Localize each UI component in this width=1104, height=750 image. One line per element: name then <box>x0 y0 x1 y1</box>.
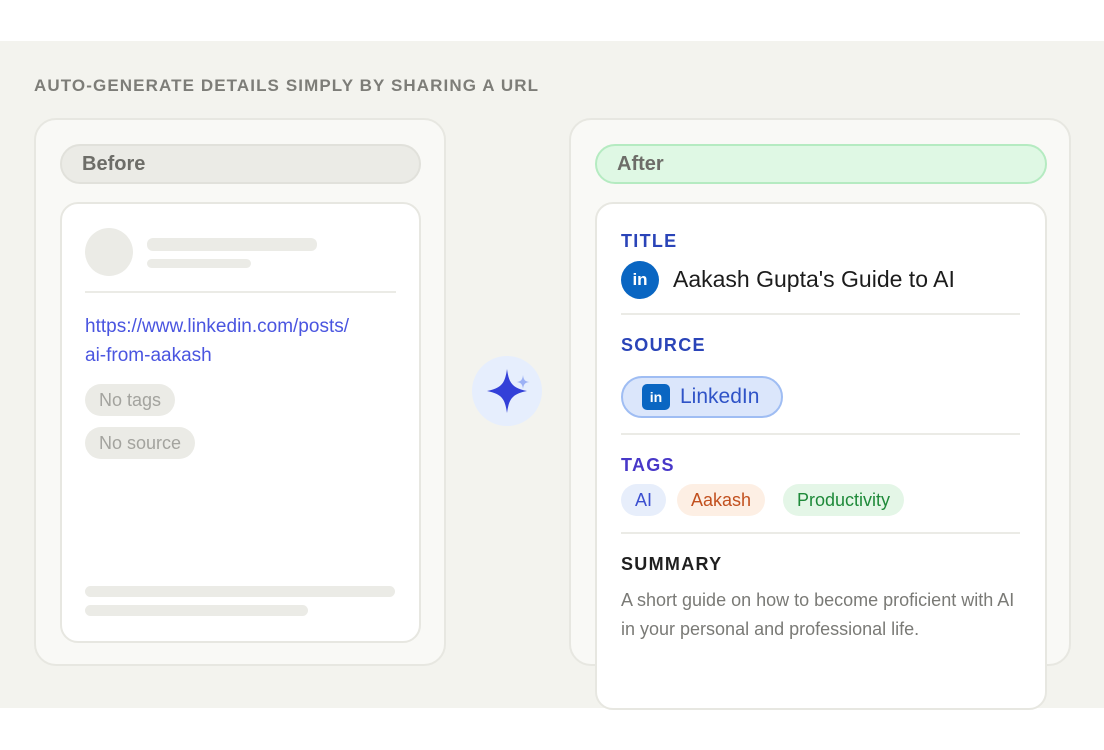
after-panel: After TITLE in Aakash Gupta's Guide to A… <box>569 118 1071 710</box>
linkedin-icon: in <box>621 261 659 299</box>
skeleton-line <box>85 605 308 616</box>
tags-section-label: TAGS <box>621 455 675 475</box>
after-label: After <box>595 144 1047 184</box>
url-line-1: https://www.linkedin.com/posts/ <box>85 316 349 337</box>
before-card: https://www.linkedin.com/posts/ ai-from-… <box>60 202 421 643</box>
sparkle-icon <box>487 369 530 413</box>
ai-sparkle-badge <box>472 356 542 426</box>
divider <box>85 291 396 293</box>
tag-chip[interactable]: Productivity <box>783 484 905 516</box>
before-label: Before <box>60 144 421 184</box>
skeleton-line <box>147 238 317 251</box>
source-chip-label: LinkedIn <box>680 385 760 408</box>
divider <box>621 433 1020 435</box>
linkedin-icon: in <box>642 384 670 410</box>
no-source-chip: No source <box>85 427 196 459</box>
avatar-placeholder <box>85 228 133 276</box>
before-panel: Before https://www.linkedin.com/posts/ a… <box>34 118 446 666</box>
generated-title: Aakash Gupta's Guide to AI <box>673 266 955 292</box>
tag-chip[interactable]: Aakash <box>677 484 766 516</box>
divider <box>621 313 1020 315</box>
source-section-label: SOURCE <box>621 335 706 355</box>
section-heading: AUTO-GENERATE DETAILS SIMPLY BY SHARING … <box>34 76 540 95</box>
title-section-label: TITLE <box>621 231 678 251</box>
url-line-2: ai-from-aakash <box>85 345 212 366</box>
no-tags-chip: No tags <box>85 384 176 416</box>
skeleton-line <box>85 586 395 597</box>
after-card: TITLE in Aakash Gupta's Guide to AI SOUR… <box>595 202 1047 710</box>
tag-chip[interactable]: AI <box>621 484 667 516</box>
generated-summary: A short guide on how to become proficien… <box>621 590 1015 639</box>
summary-section-label: SUMMARY <box>621 554 723 574</box>
skeleton-line <box>147 259 251 268</box>
source-chip[interactable]: in LinkedIn <box>621 376 783 418</box>
shared-url-link[interactable]: https://www.linkedin.com/posts/ ai-from-… <box>85 312 395 370</box>
divider <box>621 532 1020 534</box>
